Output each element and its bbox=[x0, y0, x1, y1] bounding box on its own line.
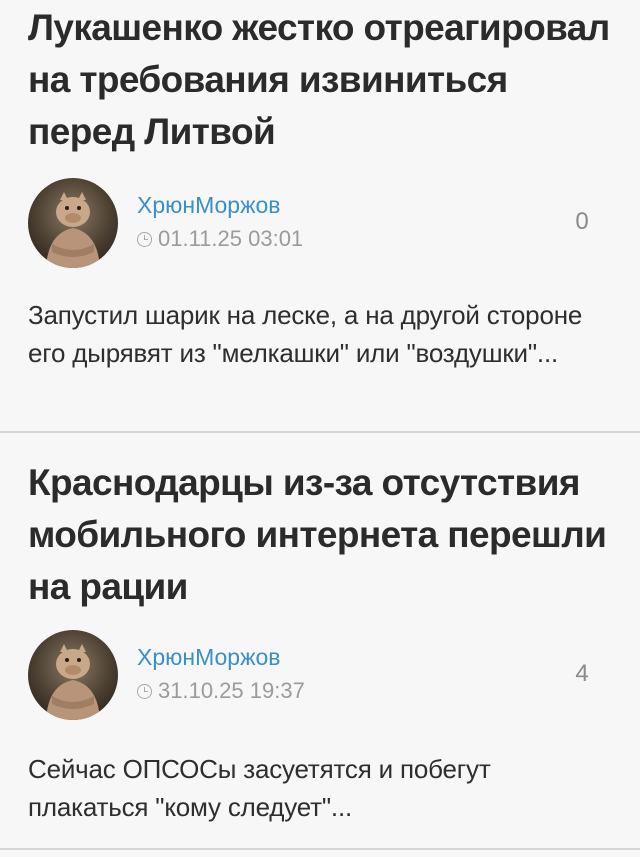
post-date: 01.11.25 03:01 bbox=[137, 226, 303, 252]
post-title[interactable]: Краснодарцы из-за отсутствия мобильного … bbox=[28, 457, 612, 613]
clock-icon bbox=[137, 683, 152, 699]
date-text: 01.11.25 03:01 bbox=[158, 226, 304, 251]
date-text: 31.10.25 19:37 bbox=[158, 678, 305, 703]
post-meta: ХрюнМоржов 31.10.25 19:37 4 bbox=[28, 630, 612, 730]
post-card[interactable]: Лукашенко жестко отреагировал на требова… bbox=[0, 2, 640, 372]
author-link[interactable]: ХрюнМоржов bbox=[137, 192, 280, 219]
user-avatar[interactable] bbox=[28, 178, 118, 268]
clock-icon bbox=[137, 231, 152, 247]
post-excerpt[interactable]: Сейчас ОПСОСы засуетятся и побегут плака… bbox=[28, 750, 612, 826]
post-date: 31.10.25 19:37 bbox=[137, 678, 305, 704]
divider bbox=[0, 848, 640, 850]
author-link[interactable]: ХрюнМоржов bbox=[137, 644, 280, 671]
comment-count[interactable]: 4 bbox=[552, 660, 612, 688]
post-title[interactable]: Лукашенко жестко отреагировал на требова… bbox=[28, 2, 612, 158]
news-feed: Лукашенко жестко отреагировал на требова… bbox=[0, 0, 640, 857]
user-avatar[interactable] bbox=[28, 630, 118, 720]
post-meta: ХрюнМоржов 01.11.25 03:01 0 bbox=[28, 178, 612, 278]
divider bbox=[0, 431, 640, 433]
post-excerpt[interactable]: Запустил шарик на леске, а на другой сто… bbox=[28, 296, 612, 372]
comment-count[interactable]: 0 bbox=[552, 208, 612, 236]
post-card[interactable]: Краснодарцы из-за отсутствия мобильного … bbox=[0, 457, 640, 826]
